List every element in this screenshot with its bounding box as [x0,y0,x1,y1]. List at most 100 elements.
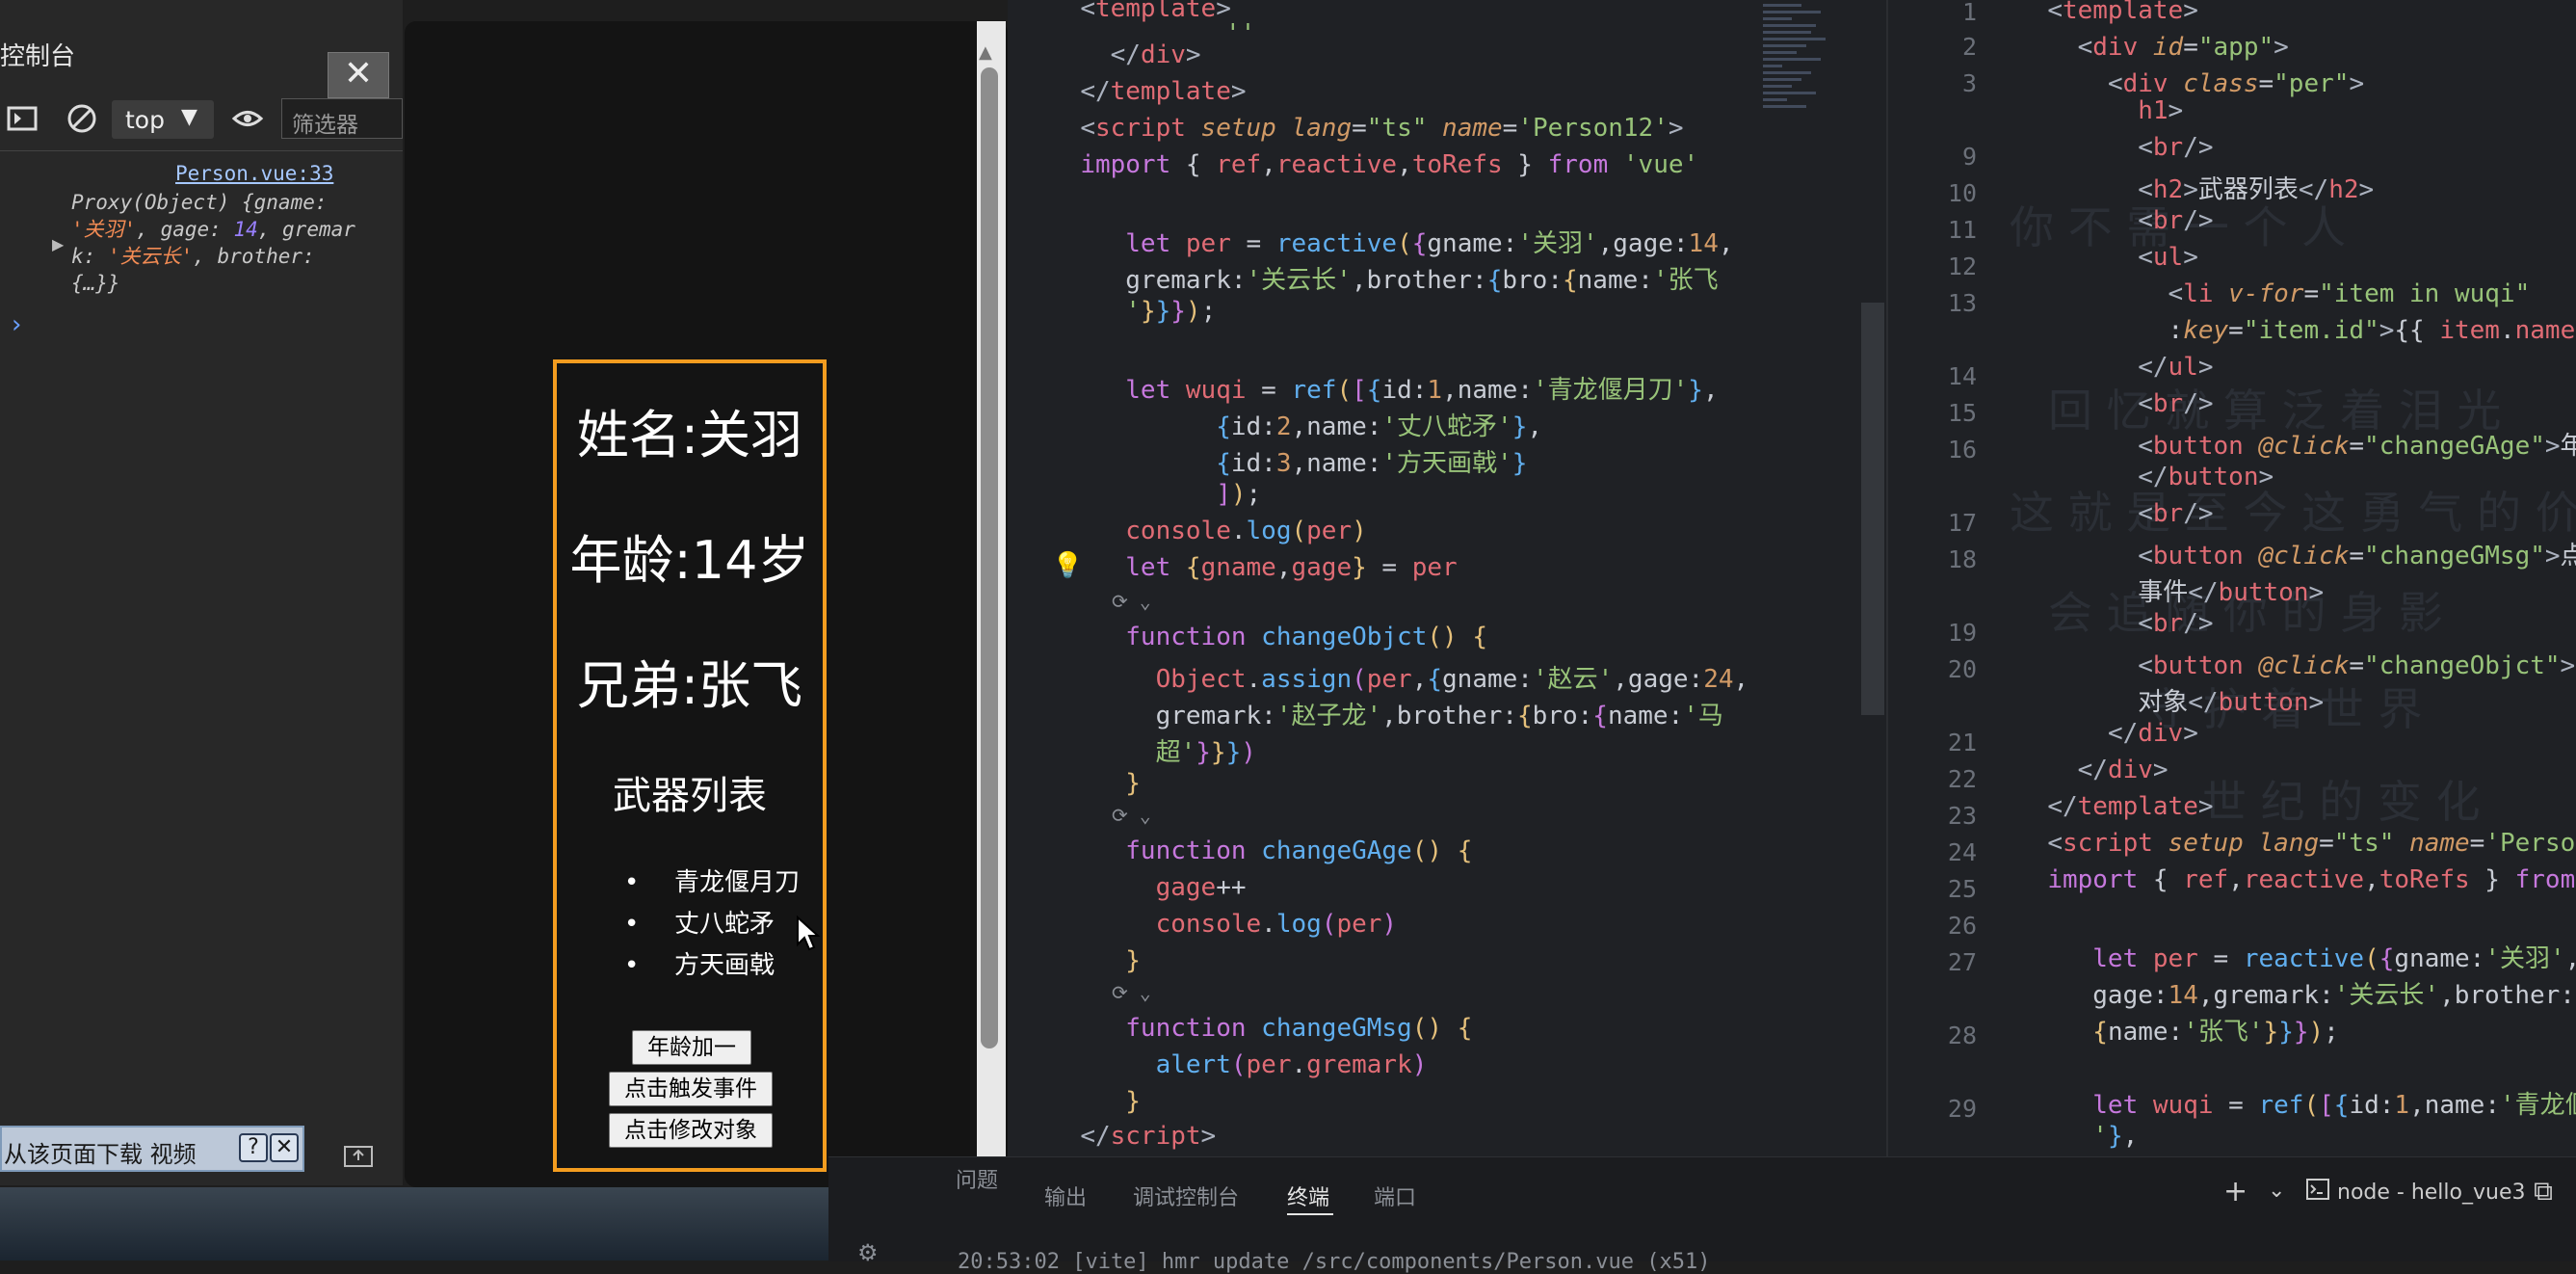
lightbulb-icon[interactable]: 💡 [1052,551,1083,580]
code-line[interactable]: </template> [1080,77,1246,106]
code-line[interactable]: let wuqi = ref([{id:1,name:'青龙偃月刀'}, [1080,370,1718,406]
code-pane-right[interactable]: <template> <div id="app"> <div class="pe… [2017,0,2576,1156]
modify-object-button[interactable]: 点击修改对象 [609,1113,773,1148]
source-link[interactable]: Person.vue:33 [175,162,333,185]
tab-ports[interactable]: 端口 [1374,1181,1416,1211]
code-line[interactable]: } [1080,769,1141,798]
code-line[interactable]: <button @click="changeGMsg">点击 [2047,536,2576,571]
code-line[interactable]: function changeGMsg() { [1080,1014,1472,1043]
close-icon[interactable]: ✕ [328,52,389,98]
gear-icon[interactable]: ⚙ [857,1239,879,1266]
clear-console-icon[interactable] [66,102,98,135]
code-line[interactable]: <template> [1080,0,1231,23]
code-line[interactable]: let per = reactive({gname:'关羽',gage:14, [1080,224,1733,259]
codelens[interactable]: ⟳ ⌄ [1112,804,1151,827]
code-line[interactable]: {id:2,name:'丈八蛇矛'}, [1080,407,1542,442]
tab-problems[interactable]: 问题 [956,1163,998,1194]
minimap[interactable] [1763,0,1830,202]
code-line[interactable]: console.log(per) [1080,517,1366,545]
code-line[interactable]: let {gname,gage} = per [1080,553,1457,582]
code-line[interactable]: '}, [2047,1122,2138,1151]
code-line[interactable]: '}}}); [1080,297,1216,326]
code-line[interactable]: 对象</button> [2047,682,2324,718]
code-line[interactable]: import { ref,reactive,toRefs } from 'v [2047,865,2576,894]
code-line[interactable]: <br/> [2047,389,2213,418]
tab-debug-console[interactable]: 调试控制台 [1133,1181,1239,1211]
expand-triangle-icon[interactable]: ▶ [52,235,64,253]
code-line[interactable]: gremark:'关云长',brother:{bro:{name:'张飞 [1080,260,1718,296]
scroll-up-icon[interactable]: ▲ [979,42,992,63]
devtools-title: 控制台 [0,42,76,71]
code-line[interactable]: <br/> [2047,609,2213,638]
code-line[interactable]: gage++ [1080,873,1247,902]
code-line[interactable]: <button @click="changeObjct">点击 [2047,646,2576,681]
code-line[interactable]: function changeObjct() { [1080,623,1487,651]
code-line[interactable]: console.log(per) [1080,910,1397,939]
sidebar-toggle-icon[interactable] [6,102,39,135]
codelens[interactable]: ⟳ ⌄ [1112,981,1151,1004]
code-line[interactable]: h1> [2047,96,2183,125]
editor-scrollbar[interactable] [1861,303,1884,715]
code-line[interactable]: <ul> [2047,243,2198,272]
line-number: 21 [1947,729,1977,756]
tab-output[interactable]: 输出 [1044,1181,1087,1211]
console-prompt[interactable]: › [12,310,21,339]
code-line[interactable]: <div id="app"> [2047,33,2289,62]
code-line[interactable]: Object.assign(per,{gname:'赵云',gage:24, [1080,659,1749,695]
tab-terminal[interactable]: 终端 [1287,1181,1329,1211]
code-line[interactable]: <br/> [2047,206,2213,235]
code-line[interactable]: </ul> [2047,353,2213,382]
code-line[interactable]: <script setup lang="ts" name='Person12 [2047,829,2576,858]
terminal-name[interactable]: node - hello_vue3 [2337,1181,2526,1205]
code-pane-left[interactable]: <template> '' </div> </template> <script… [1050,0,1748,1151]
code-line[interactable]: {name:'张飞'}}}); [2047,1012,2339,1048]
code-line[interactable]: </script> [1080,1122,1216,1151]
code-line[interactable]: <template> [2047,0,2198,25]
download-text[interactable]: 从该页面下载 视频 [4,1135,197,1169]
age-plus-button[interactable]: 年龄加一 [632,1030,751,1065]
log-gremark: '关云长' [107,245,194,268]
codelens[interactable]: ⟳ ⌄ [1112,590,1151,613]
editor-split-divider[interactable] [1886,0,1888,1156]
add-terminal-icon[interactable]: + [2223,1175,2247,1208]
code-line[interactable]: <li v-for="item in wuqi" [2047,279,2531,308]
filter-input[interactable]: 筛选器 [281,98,403,139]
code-line[interactable]: } [1080,946,1141,975]
download-bar[interactable]: 从该页面下载 视频 ? ✕ [0,1126,304,1172]
code-line[interactable]: } [1080,1087,1141,1116]
code-line[interactable]: '' [1225,19,1255,48]
scrollbar-thumb[interactable] [981,67,998,1048]
code-line[interactable]: gremark:'赵子龙',brother:{bro:{name:'马 [1080,696,1723,731]
code-line[interactable]: <br/> [2047,499,2213,528]
code-line[interactable]: <div class="per"> [2047,69,2364,98]
code-line[interactable]: :key="item.id">{{ item.name }} [2047,316,2576,345]
code-line[interactable]: </div> [1080,40,1201,69]
code-line[interactable]: </div> [2047,719,2198,748]
dock-icon[interactable] [343,1143,374,1177]
console-log-entry[interactable]: Proxy(Object) {gname: '关羽', gage: 14, gr… [71,189,360,297]
code-line[interactable]: <button @click="changeGAge">年龄 [2047,426,2576,462]
close-icon[interactable]: ✕ [270,1133,299,1162]
split-terminal-icon[interactable]: ⧉ [2534,1175,2553,1208]
code-line[interactable]: ]); [1080,480,1261,509]
code-line[interactable]: gage:14,gremark:'关云长',brother:{ [2047,975,2576,1011]
trigger-event-button[interactable]: 点击触发事件 [609,1072,773,1106]
context-selector[interactable]: top ▼ [112,100,214,139]
code-line[interactable]: alert(per.gremark) [1080,1050,1428,1079]
code-line[interactable]: <br/> [2047,133,2213,162]
code-line[interactable]: <h2>武器列表</h2> [2047,170,2374,205]
code-line[interactable]: import { ref,reactive,toRefs } from 'vue… [1080,150,1698,179]
code-line[interactable]: function changeGAge() { [1080,836,1472,865]
code-line[interactable]: {id:3,name:'方天画戟'} [1080,443,1527,479]
code-line[interactable]: let per = reactive({gname:'关羽', [2047,939,2576,974]
help-icon[interactable]: ? [239,1133,268,1162]
code-line[interactable]: <script setup lang="ts" name='Person12'> [1080,114,1683,143]
code-line[interactable]: </button> [2047,463,2274,491]
code-line[interactable]: 事件</button> [2047,572,2324,608]
code-line[interactable]: 超'}}}) [1080,732,1256,768]
code-line[interactable]: let wuqi = ref([{id:1,name:'青龙偃 [2047,1085,2576,1121]
eye-icon[interactable] [231,102,264,135]
code-line[interactable]: </div> [2047,756,2169,784]
chevron-down-icon[interactable]: ⌄ [2268,1179,2285,1203]
code-line[interactable]: </template> [2047,792,2213,821]
